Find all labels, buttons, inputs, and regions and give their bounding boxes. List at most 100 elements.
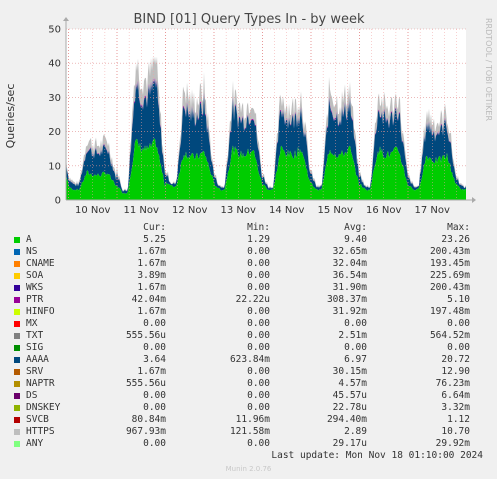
x-tick-label: 16 Nov [366, 205, 402, 216]
legend-series-name: NS [26, 246, 38, 257]
legend-series-name: SOA [26, 270, 44, 281]
legend-series-name: NAPTR [26, 378, 55, 389]
legend-series-name: TXT [26, 330, 44, 341]
legend-swatch [14, 345, 20, 351]
legend-swatch [14, 333, 20, 339]
legend-avg: 31.92m [332, 306, 367, 317]
legend-cur: 1.67m [137, 306, 166, 317]
legend-cur: 555.56u [125, 330, 166, 341]
legend-max: 6.64m [441, 390, 470, 401]
legend-cur: 1.67m [137, 366, 166, 377]
legend-series-name: A [26, 234, 32, 245]
legend-header-max: Max: [447, 222, 470, 233]
legend-max: 76.23m [435, 378, 470, 389]
legend-min: 0.00 [247, 366, 270, 377]
legend-cur: 1.67m [137, 282, 166, 293]
legend-max: 10.70 [441, 426, 470, 437]
legend-swatch [14, 417, 20, 423]
legend-cur: 967.93m [125, 426, 166, 437]
legend-series-name: DNSKEY [26, 402, 61, 413]
legend-min: 0.00 [247, 258, 270, 269]
legend-avg: 32.04m [332, 258, 367, 269]
legend-header-avg: Avg: [344, 222, 367, 233]
y-tick-label: 20 [48, 127, 61, 138]
legend-swatch [14, 429, 20, 435]
legend-row-aaaa: AAAA 3.64 623.84m 6.97 20.72 [0, 354, 497, 366]
legend-cur: 42.04m [131, 294, 166, 305]
last-update: Last update: Mon Nov 18 01:10:00 2024 [271, 450, 483, 461]
legend-avg: 6.97 [344, 354, 367, 365]
legend-min: 0.00 [247, 402, 270, 413]
legend-swatch [14, 405, 20, 411]
legend-row-ptr: PTR 42.04m 22.22u 308.37m 5.10 [0, 294, 497, 306]
legend-max: 193.45m [429, 258, 470, 269]
legend-max: 0.00 [447, 342, 470, 353]
legend-max: 23.26 [441, 234, 470, 245]
y-tick-label: 30 [48, 93, 61, 104]
y-tick-label: 50 [48, 25, 61, 36]
legend-avg: 0.00 [344, 318, 367, 329]
legend-row-svcb: SVCB 80.84m 11.96m 294.40m 1.12 [0, 414, 497, 426]
legend-row-ds: DS 0.00 0.00 45.57u 6.64m [0, 390, 497, 402]
x-tick-label: 11 Nov [124, 205, 160, 216]
legend-series-name: HINFO [26, 306, 55, 317]
x-tick-label: 12 Nov [172, 205, 208, 216]
legend-cur: 5.25 [143, 234, 166, 245]
legend-avg: 31.90m [332, 282, 367, 293]
legend-max: 197.48m [429, 306, 470, 317]
legend-avg: 2.51m [338, 330, 367, 341]
legend-header-cur: Cur: [143, 222, 166, 233]
legend-avg: 2.89 [344, 426, 367, 437]
legend-series-name: SRV [26, 366, 44, 377]
legend-avg: 308.37m [326, 294, 367, 305]
legend-swatch [14, 273, 20, 279]
legend-row-any: ANY 0.00 0.00 29.17u 29.92m [0, 438, 497, 450]
legend-swatch [14, 249, 20, 255]
legend-min: 623.84m [229, 354, 270, 365]
legend-row-dnskey: DNSKEY 0.00 0.00 22.78u 3.32m [0, 402, 497, 414]
y-tick-label: 10 [48, 161, 61, 172]
legend-min: 0.00 [247, 282, 270, 293]
legend-row-cname: CNAME 1.67m 0.00 32.04m 193.45m [0, 258, 497, 270]
legend-min: 1.29 [247, 234, 270, 245]
legend-cur: 3.89m [137, 270, 166, 281]
legend-series-name: CNAME [26, 258, 55, 269]
legend-swatch [14, 357, 20, 363]
legend-cur: 1.67m [137, 246, 166, 257]
legend-header: Cur: Min: Avg: Max: [0, 222, 497, 234]
legend-series-name: HTTPS [26, 426, 55, 437]
legend-row-soa: SOA 3.89m 0.00 36.54m 225.69m [0, 270, 497, 282]
legend-swatch [14, 261, 20, 267]
legend-row-wks: WKS 1.67m 0.00 31.90m 200.43m [0, 282, 497, 294]
legend-series-name: ANY [26, 438, 44, 449]
legend-series-name: MX [26, 318, 38, 329]
legend-avg: 30.15m [332, 366, 367, 377]
legend-avg: 294.40m [326, 414, 367, 425]
legend-cur: 0.00 [143, 342, 166, 353]
legend-row-txt: TXT 555.56u 0.00 2.51m 564.52m [0, 330, 497, 342]
legend-min: 0.00 [247, 246, 270, 257]
legend-cur: 0.00 [143, 318, 166, 329]
legend-cur: 3.64 [143, 354, 166, 365]
legend-avg: 29.17u [332, 438, 367, 449]
legend-row-https: HTTPS 967.93m 121.58m 2.89 10.70 [0, 426, 497, 438]
legend-min: 0.00 [247, 318, 270, 329]
legend-series-name: AAAA [26, 354, 49, 365]
chart-title: BIND [01] Query Types In - by week [133, 12, 365, 27]
legend-max: 225.69m [429, 270, 470, 281]
legend-row-mx: MX 0.00 0.00 0.00 0.00 [0, 318, 497, 330]
legend-swatch [14, 309, 20, 315]
legend-series-name: DS [26, 390, 38, 401]
legend-cur: 0.00 [143, 438, 166, 449]
legend-min: 22.22u [235, 294, 270, 305]
legend-avg: 45.57u [332, 390, 367, 401]
legend-swatch [14, 285, 20, 291]
x-tick-label: 14 Nov [269, 205, 305, 216]
legend-min: 121.58m [229, 426, 270, 437]
legend-max: 12.90 [441, 366, 470, 377]
legend-series-name: WKS [26, 282, 44, 293]
x-tick-label: 10 Nov [75, 205, 111, 216]
legend-max: 564.52m [429, 330, 470, 341]
legend-avg: 4.57m [338, 378, 367, 389]
legend-max: 200.43m [429, 246, 470, 257]
